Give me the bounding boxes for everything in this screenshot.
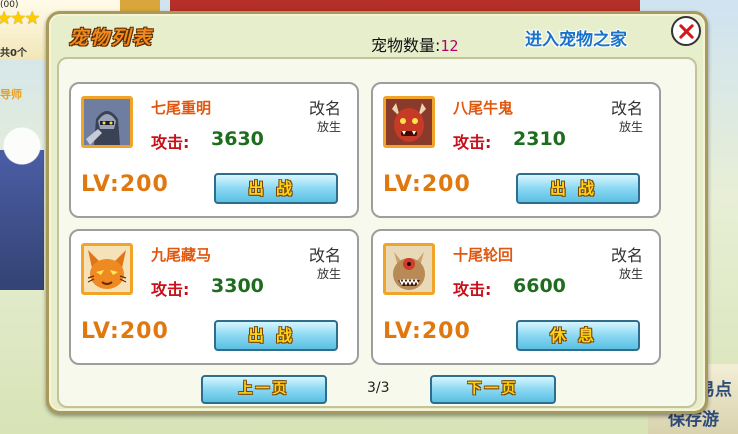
- attack-value: 6600: [513, 275, 566, 297]
- release-button[interactable]: 放生: [619, 265, 643, 282]
- pet-list-dialog: 宠物列表 宠物数量:12 进入宠物之家 七尾重明 改名 放生 攻击: 3630: [46, 11, 708, 414]
- page-indicator: 3/3: [367, 380, 390, 396]
- pet-name: 九尾藏马: [151, 246, 212, 264]
- pet-name: 七尾重明: [151, 99, 212, 117]
- deploy-button[interactable]: 出战: [516, 173, 640, 204]
- prev-page-button[interactable]: 上一页: [201, 375, 327, 404]
- pet-level: LV:200: [81, 319, 169, 344]
- pet-level: LV:200: [383, 172, 471, 197]
- background-character: [0, 110, 44, 290]
- attack-label: 攻击:: [151, 280, 190, 299]
- attack-value: 3630: [211, 128, 264, 150]
- pet-card: 九尾藏马 改名 放生 攻击: 3300 LV:200 出战: [69, 229, 359, 365]
- next-page-button[interactable]: 下一页: [430, 375, 556, 404]
- rename-button[interactable]: 改名: [611, 242, 643, 266]
- pet-list-panel: 七尾重明 改名 放生 攻击: 3630 LV:200 出战 八尾牛鬼 改名 放生…: [57, 57, 697, 408]
- attack-label: 攻击:: [453, 133, 492, 152]
- armored-knight-icon: [81, 96, 133, 148]
- rename-button[interactable]: 改名: [611, 95, 643, 119]
- background-left-text: 共0个: [0, 48, 27, 59]
- deploy-button[interactable]: 出战: [214, 320, 338, 351]
- release-button[interactable]: 放生: [317, 265, 341, 282]
- deploy-button[interactable]: 出战: [214, 173, 338, 204]
- pet-card: 七尾重明 改名 放生 攻击: 3630 LV:200 出战: [69, 82, 359, 218]
- attack-label: 攻击:: [453, 280, 492, 299]
- star-rating-icon: ★★★: [0, 8, 40, 29]
- pet-level: LV:200: [81, 172, 169, 197]
- rest-button[interactable]: 休息: [516, 320, 640, 351]
- dialog-title: 宠物列表: [69, 27, 154, 49]
- attack-value: 3300: [211, 275, 264, 297]
- pet-count: 宠物数量:12: [371, 32, 458, 56]
- background-mentor-text: 导师: [0, 88, 22, 101]
- pet-card: 十尾轮回 改名 放生 攻击: 6600 LV:200 休息: [371, 229, 661, 365]
- ten-tails-beast-icon: [383, 243, 435, 295]
- close-icon[interactable]: [671, 16, 701, 46]
- pet-name: 十尾轮回: [453, 246, 514, 264]
- release-button[interactable]: 放生: [619, 118, 643, 135]
- nine-tailed-fox-icon: [81, 243, 133, 295]
- enter-pet-home-link[interactable]: 进入宠物之家: [525, 25, 627, 50]
- pet-level: LV:200: [383, 319, 471, 344]
- red-ox-demon-icon: [383, 96, 435, 148]
- rename-button[interactable]: 改名: [309, 95, 341, 119]
- rename-button[interactable]: 改名: [309, 242, 341, 266]
- pet-name: 八尾牛鬼: [453, 99, 514, 117]
- pet-card: 八尾牛鬼 改名 放生 攻击: 2310 LV:200 出战: [371, 82, 661, 218]
- release-button[interactable]: 放生: [317, 118, 341, 135]
- pet-count-label: 宠物数量:: [371, 36, 441, 55]
- pet-count-value: 12: [440, 37, 459, 55]
- attack-value: 2310: [513, 128, 566, 150]
- attack-label: 攻击:: [151, 133, 190, 152]
